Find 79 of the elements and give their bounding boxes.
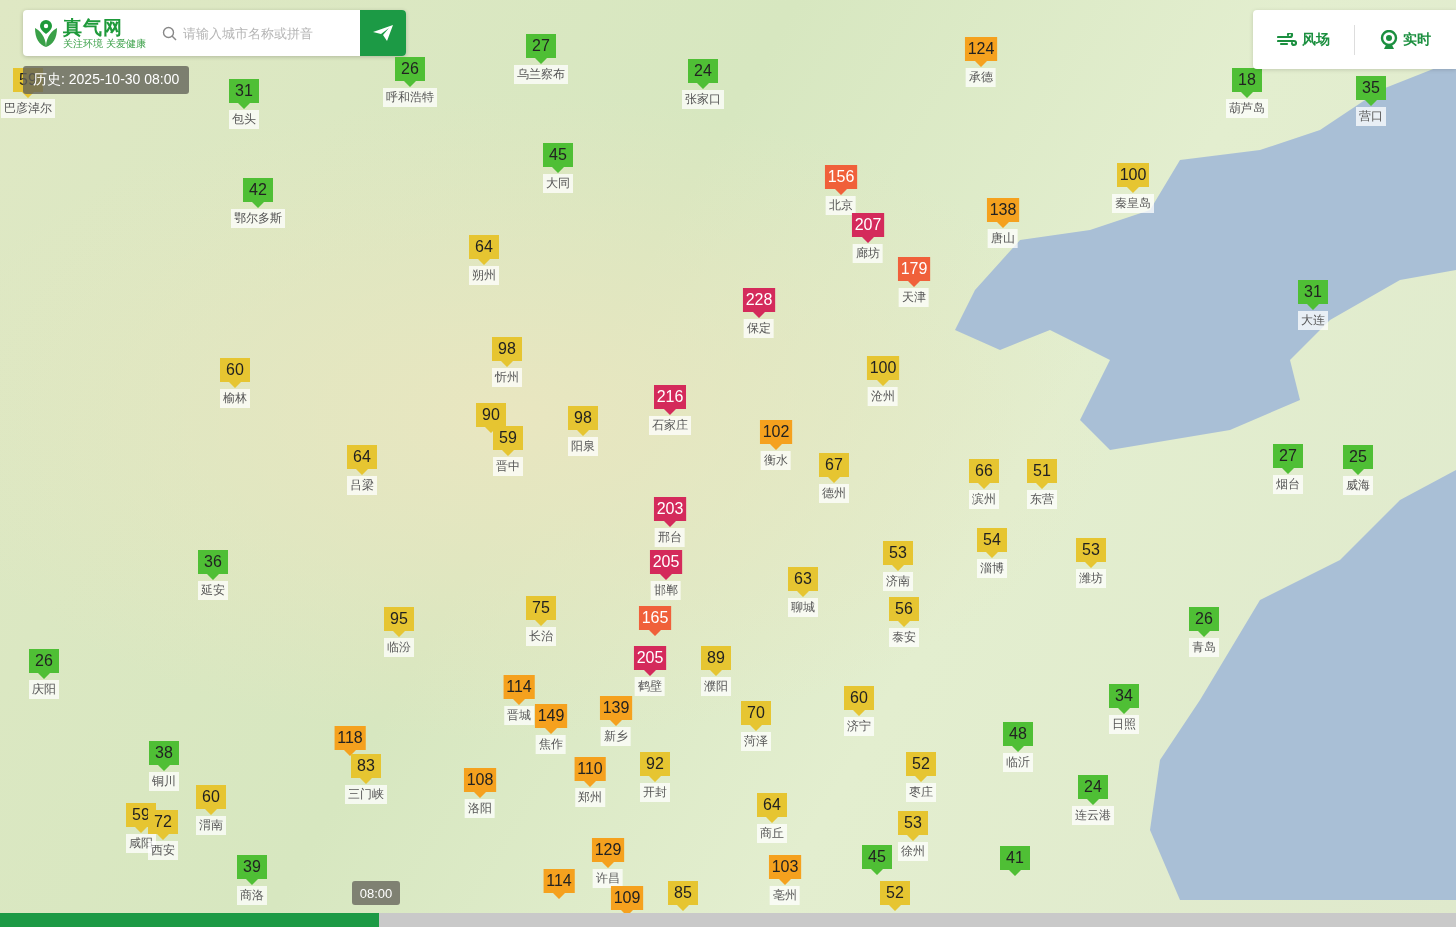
city-label: 石家庄	[649, 416, 691, 435]
city-label: 榆林	[220, 389, 250, 408]
city-label: 泰安	[889, 628, 919, 647]
city-label: 延安	[198, 581, 228, 600]
city-label: 长治	[526, 627, 556, 646]
city-label: 大同	[543, 174, 573, 193]
city-label: 滨州	[969, 490, 999, 509]
city-label: 临沂	[1003, 753, 1033, 772]
site-logo[interactable]: 真气网 关注环境 关爱健康	[23, 17, 156, 49]
city-label: 邢台	[655, 528, 685, 547]
city-label: 廊坊	[853, 244, 883, 263]
city-label: 日照	[1109, 715, 1139, 734]
toolbar-button[interactable]: 实时	[1354, 24, 1456, 55]
city-label: 忻州	[492, 368, 522, 387]
city-label: 新乡	[601, 727, 631, 746]
city-label: 许昌	[593, 869, 623, 888]
city-label: 三门峡	[345, 785, 387, 804]
toolbar-button[interactable]: 风场	[1253, 24, 1354, 55]
city-label: 东营	[1027, 490, 1057, 509]
city-label: 大连	[1298, 311, 1328, 330]
city-label: 渭南	[196, 816, 226, 835]
city-label: 朔州	[469, 266, 499, 285]
city-label: 开封	[640, 783, 670, 802]
city-label: 唐山	[988, 229, 1018, 248]
city-label: 郑州	[575, 788, 605, 807]
city-label: 威海	[1343, 476, 1373, 495]
city-label: 张家口	[682, 90, 724, 109]
city-label: 淄博	[977, 559, 1007, 578]
city-label: 呼和浩特	[383, 88, 437, 107]
logo-text: 真气网	[63, 17, 124, 37]
city-label: 吕梁	[347, 476, 377, 495]
logo-icon	[33, 18, 59, 48]
city-label: 德州	[819, 484, 849, 503]
city-label: 鄂尔多斯	[231, 209, 285, 228]
city-label: 晋中	[493, 457, 523, 476]
city-label: 亳州	[770, 886, 800, 905]
city-label: 铜川	[149, 772, 179, 791]
city-label: 聊城	[788, 598, 818, 617]
city-label: 菏泽	[741, 732, 771, 751]
city-label: 葫芦岛	[1226, 99, 1268, 118]
wind-icon	[1277, 32, 1297, 47]
city-label: 枣庄	[906, 783, 936, 802]
city-label: 鹤壁	[635, 677, 665, 696]
webcam-icon	[1380, 29, 1398, 50]
city-label: 商丘	[757, 824, 787, 843]
city-label: 洛阳	[465, 799, 495, 818]
logo-tagline: 关注环境 关爱健康	[63, 38, 146, 49]
city-label: 巴彦淖尔	[1, 99, 55, 118]
city-label: 衡水	[761, 451, 791, 470]
city-label: 阳泉	[568, 437, 598, 456]
city-label: 沧州	[868, 387, 898, 406]
city-label: 临汾	[384, 638, 414, 657]
city-label: 庆阳	[29, 680, 59, 699]
city-label: 乌兰察布	[514, 65, 568, 84]
timeline-track[interactable]	[0, 913, 1456, 927]
city-label: 商洛	[237, 886, 267, 905]
city-label: 包头	[229, 110, 259, 129]
city-label: 承德	[966, 68, 996, 87]
city-label: 济宁	[844, 717, 874, 736]
city-label: 保定	[744, 319, 774, 338]
city-label: 连云港	[1072, 806, 1114, 825]
city-label: 秦皇岛	[1112, 194, 1154, 213]
city-label: 濮阳	[701, 677, 731, 696]
city-label: 营口	[1356, 107, 1386, 126]
city-label: 潍坊	[1076, 569, 1106, 588]
paper-plane-icon	[372, 24, 394, 42]
city-label: 西安	[148, 841, 178, 860]
city-label: 晋城	[504, 706, 534, 725]
city-label: 徐州	[898, 842, 928, 861]
city-label: 济南	[883, 572, 913, 591]
search-icon	[161, 25, 177, 41]
city-label: 天津	[899, 288, 929, 307]
time-tooltip: 08:00	[352, 881, 400, 905]
city-label: 焦作	[536, 735, 566, 754]
city-label: 邯郸	[651, 581, 681, 600]
city-label: 烟台	[1273, 475, 1303, 494]
send-button[interactable]	[360, 10, 406, 56]
city-label: 青岛	[1189, 638, 1219, 657]
city-label: 北京	[826, 196, 856, 215]
